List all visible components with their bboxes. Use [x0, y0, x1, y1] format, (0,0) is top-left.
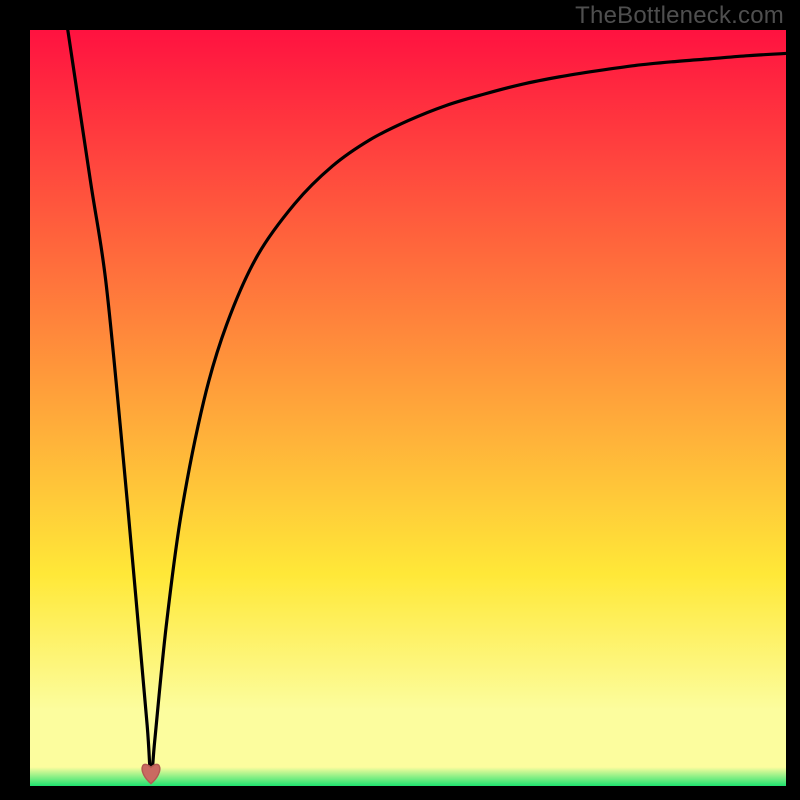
bottleneck-chart	[30, 30, 786, 786]
chart-frame: TheBottleneck.com	[0, 0, 800, 800]
watermark-text: TheBottleneck.com	[575, 2, 784, 30]
plot-area	[30, 30, 786, 786]
